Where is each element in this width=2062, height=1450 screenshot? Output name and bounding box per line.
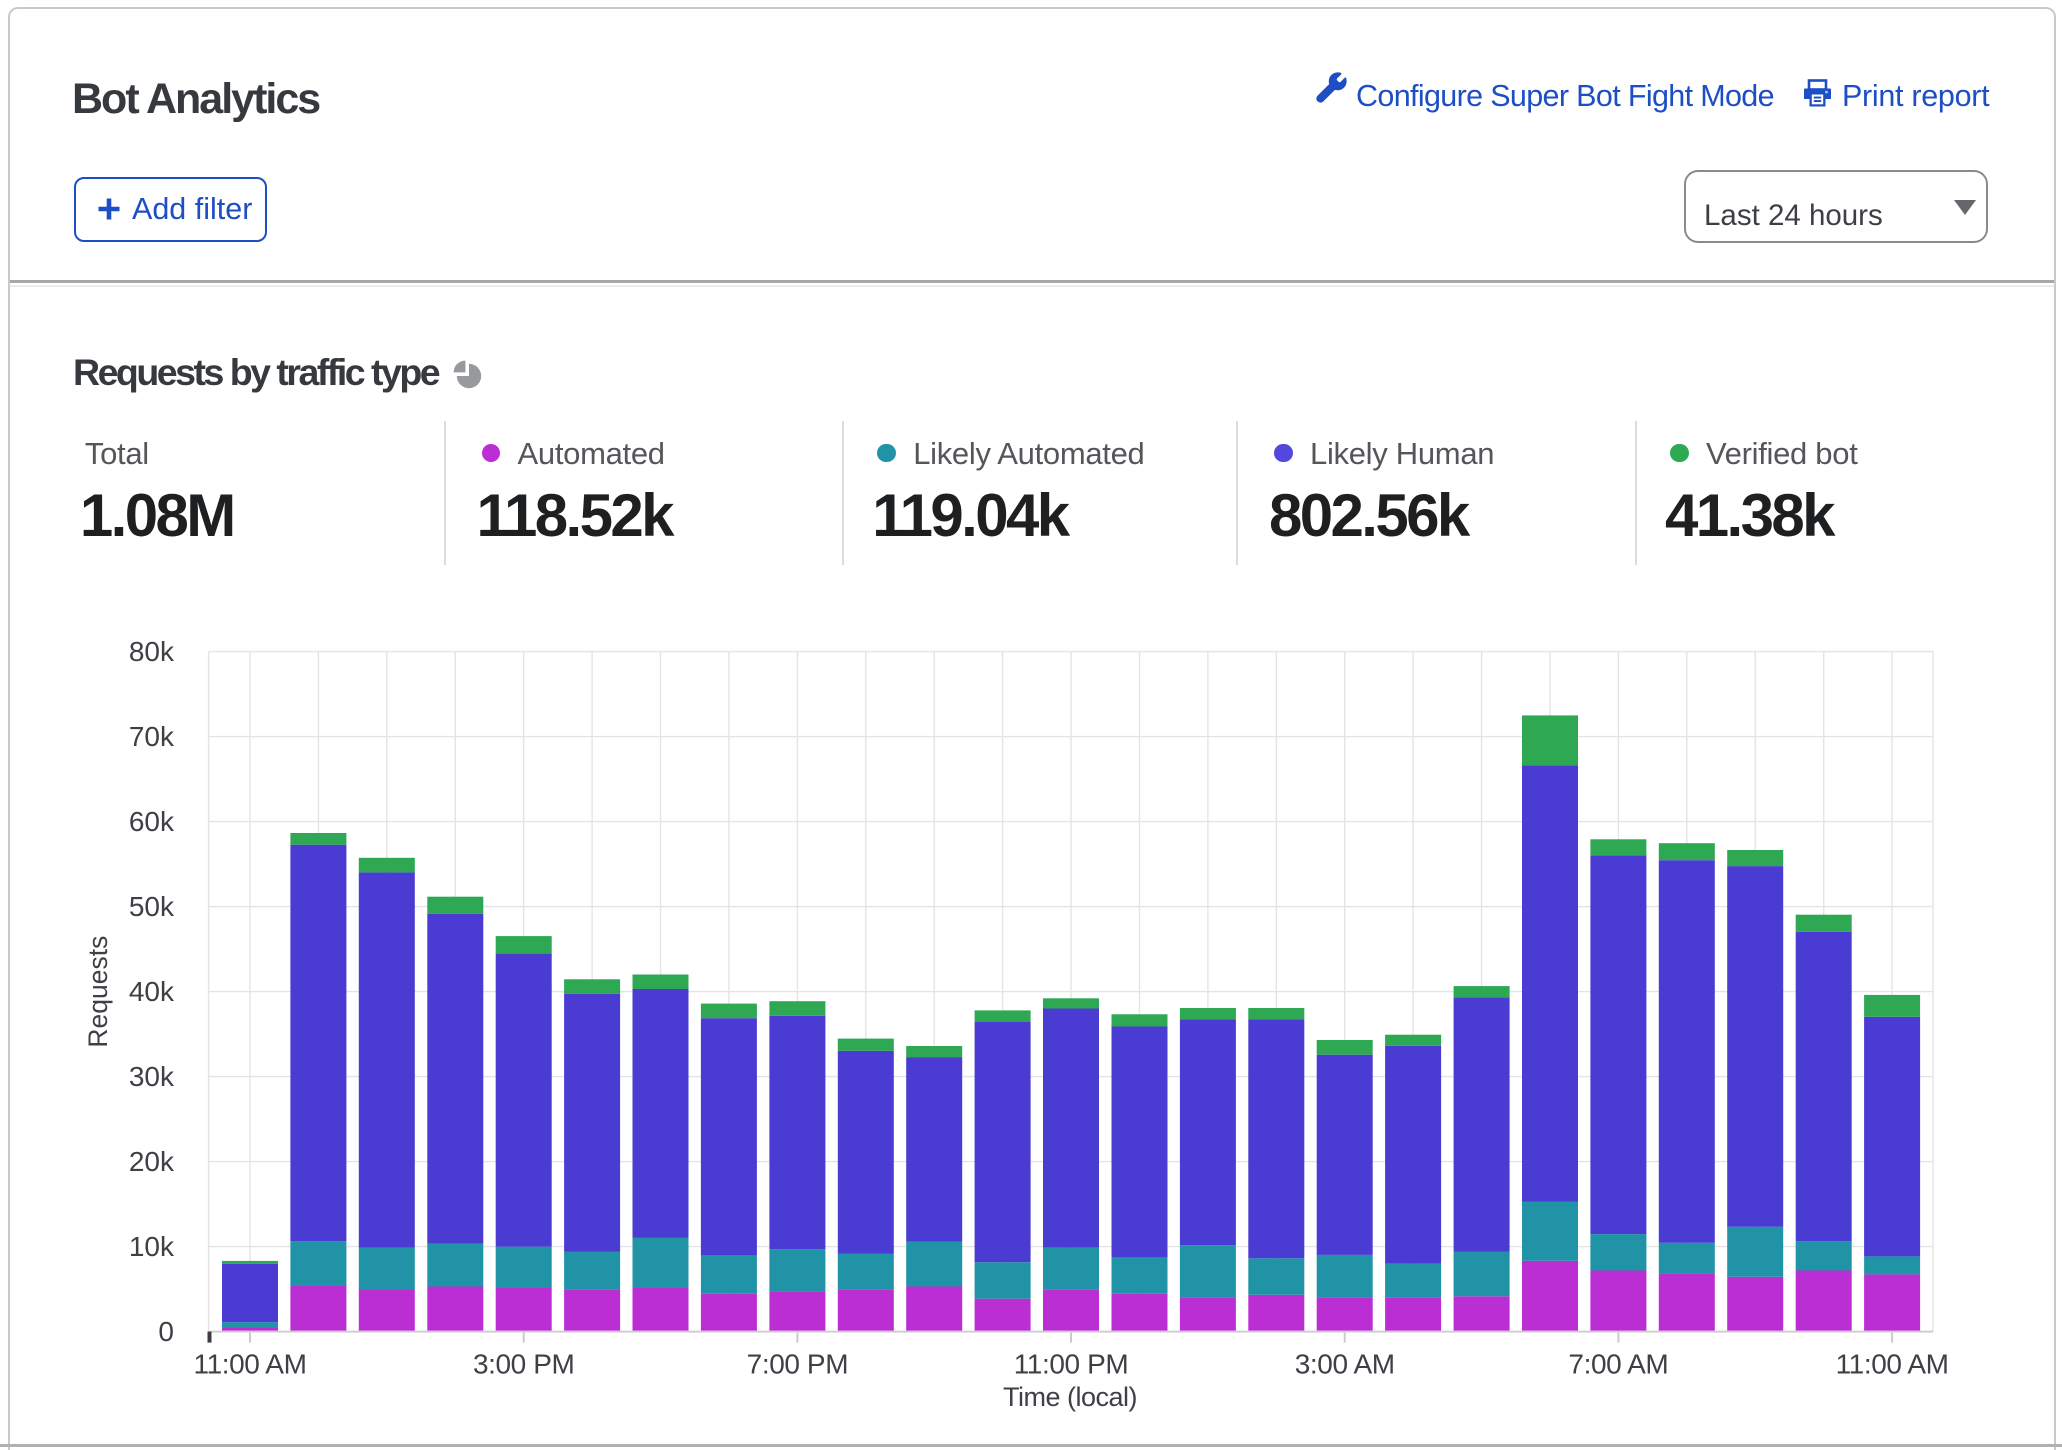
- svg-text:Requests: Requests: [83, 936, 113, 1048]
- svg-text:Time (local): Time (local): [1003, 1382, 1137, 1412]
- svg-text:20k: 20k: [129, 1146, 175, 1177]
- svg-text:3:00 PM: 3:00 PM: [473, 1349, 574, 1380]
- svg-text:11:00 AM: 11:00 AM: [1836, 1349, 1949, 1380]
- svg-text:11:00 AM: 11:00 AM: [193, 1349, 306, 1380]
- svg-text:70k: 70k: [129, 721, 175, 752]
- svg-text:60k: 60k: [129, 806, 175, 837]
- svg-text:7:00 AM: 7:00 AM: [1568, 1349, 1668, 1380]
- svg-text:0: 0: [158, 1316, 174, 1347]
- svg-text:30k: 30k: [129, 1061, 175, 1092]
- svg-text:50k: 50k: [129, 891, 175, 922]
- svg-text:80k: 80k: [129, 636, 175, 667]
- svg-text:3:00 AM: 3:00 AM: [1295, 1349, 1395, 1380]
- svg-text:10k: 10k: [129, 1231, 175, 1262]
- svg-text:7:00 PM: 7:00 PM: [747, 1349, 848, 1380]
- svg-text:11:00 PM: 11:00 PM: [1014, 1349, 1129, 1380]
- svg-text:40k: 40k: [129, 976, 175, 1007]
